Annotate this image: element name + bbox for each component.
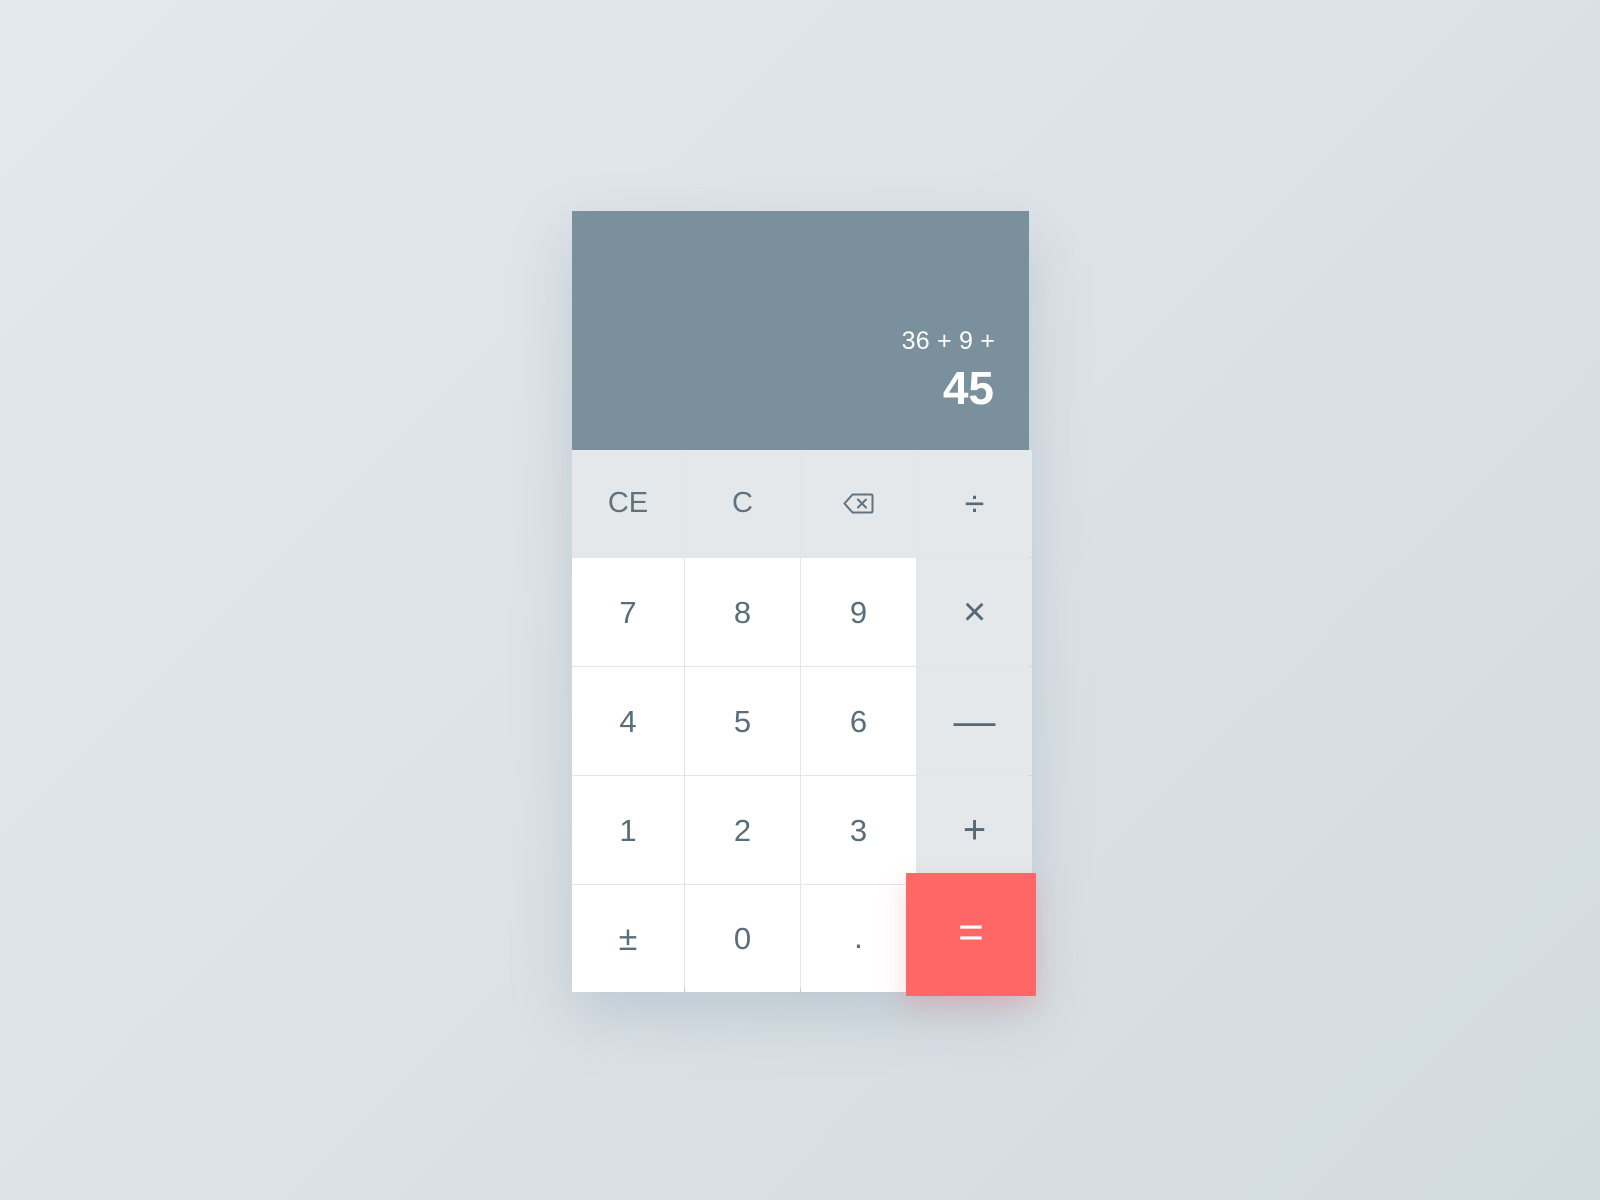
clear-button[interactable]: C [685,450,800,557]
clear-entry-button[interactable]: CE [572,450,684,557]
clear-label: C [732,487,753,519]
plus-minus-icon: ± [618,919,638,958]
digit-4-button[interactable]: 4 [572,667,684,775]
subtract-button[interactable]: — [917,667,1032,775]
digit-5-label: 5 [733,703,752,739]
digit-2-label: 2 [733,812,752,848]
expression-readout: 36 + 9 + [901,327,995,355]
digit-7-label: 7 [619,594,637,630]
calculator-display: 36 + 9 + 45 [572,211,1029,450]
divide-icon: ÷ [964,482,985,524]
digit-8-label: 8 [733,594,752,630]
digit-3-button[interactable]: 3 [801,776,916,884]
digit-7-button[interactable]: 7 [572,558,684,666]
multiply-icon: × [962,590,987,634]
backspace-icon [843,493,874,514]
digit-8-button[interactable]: 8 [685,558,800,666]
digit-4-label: 4 [619,703,637,739]
equals-icon: = [958,907,984,957]
clear-entry-label: CE [607,487,649,519]
digit-9-button[interactable]: 9 [801,558,916,666]
digit-0-button[interactable]: 0 [685,885,800,992]
plus-icon: + [962,808,987,852]
digit-1-label: 1 [619,812,637,848]
digit-6-label: 6 [849,703,868,739]
digit-9-label: 9 [849,594,868,630]
calculator-panel: 36 + 9 + 45 CE C ÷ 7 8 9 × 4 5 6 — 1 2 3… [572,211,1032,992]
divide-button[interactable]: ÷ [917,450,1032,557]
multiply-button[interactable]: × [917,558,1032,666]
digit-2-button[interactable]: 2 [685,776,800,884]
equals-button[interactable]: = [906,873,1036,996]
digit-3-label: 3 [849,812,868,848]
backspace-button[interactable] [801,450,916,557]
digit-1-button[interactable]: 1 [572,776,684,884]
decimal-label: . [854,918,863,955]
digit-0-label: 0 [733,921,752,956]
decimal-button[interactable]: . [801,885,916,992]
result-readout: 45 [942,362,994,414]
minus-icon: — [953,697,996,744]
plus-minus-button[interactable]: ± [572,885,684,992]
digit-6-button[interactable]: 6 [801,667,916,775]
digit-5-button[interactable]: 5 [685,667,800,775]
add-button[interactable]: + [917,776,1032,884]
